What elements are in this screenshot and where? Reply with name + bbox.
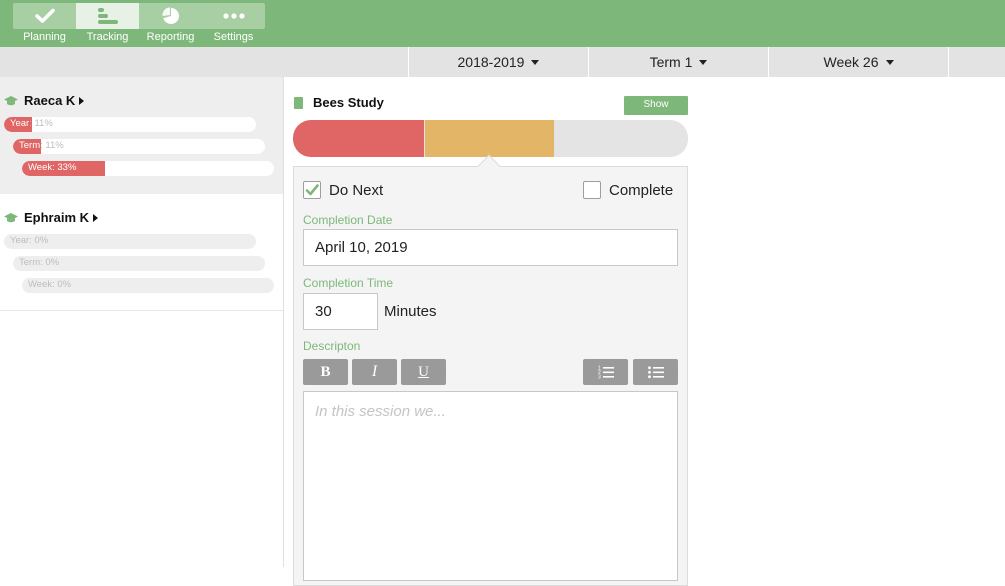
chevron-down-icon bbox=[885, 59, 894, 65]
nav-planning-label: Planning bbox=[23, 31, 66, 43]
week-dropdown-value: Week 26 bbox=[823, 54, 879, 70]
completion-time-field[interactable]: 30 bbox=[303, 293, 378, 330]
week-dropdown[interactable]: Week 26 bbox=[768, 47, 948, 77]
complete-label: Complete bbox=[609, 182, 674, 199]
do-next-checkbox[interactable] bbox=[303, 181, 321, 199]
underline-icon: U bbox=[418, 363, 429, 380]
term-dropdown[interactable]: Term 1 bbox=[588, 47, 768, 77]
minutes-unit-label: Minutes bbox=[384, 303, 437, 320]
completion-time-label: Completion Time bbox=[303, 276, 394, 290]
session-segment-bar bbox=[293, 120, 688, 157]
year-progress-bar: Year: 0% bbox=[4, 234, 256, 249]
bold-button[interactable]: B bbox=[303, 359, 348, 385]
expand-arrow-icon bbox=[79, 96, 85, 105]
description-label: Descripton bbox=[303, 339, 361, 353]
do-next-label: Do Next bbox=[329, 182, 384, 199]
session-segment[interactable] bbox=[555, 120, 688, 157]
term-dropdown-value: Term 1 bbox=[649, 54, 693, 70]
nav-settings-label: Settings bbox=[213, 31, 254, 43]
student-card[interactable]: Raeca K Year: 11% Term: 11% Week: 33% bbox=[0, 77, 283, 194]
nav-tracking-label: Tracking bbox=[86, 31, 129, 43]
year-progress-bar: Year: 11% bbox=[4, 117, 256, 132]
pie-chart-icon bbox=[139, 3, 202, 29]
book-icon bbox=[294, 96, 303, 109]
year-dropdown[interactable]: 2018-2019 bbox=[408, 47, 588, 77]
session-segment[interactable] bbox=[293, 120, 424, 157]
graduation-cap-icon bbox=[4, 95, 18, 105]
student-name[interactable]: Raeca K bbox=[4, 93, 85, 108]
dots-icon bbox=[202, 3, 265, 29]
student-name[interactable]: Ephraim K bbox=[4, 210, 99, 225]
year-dropdown-value: 2018-2019 bbox=[457, 54, 525, 70]
filter-spacer bbox=[948, 47, 1005, 77]
nav-settings[interactable]: Settings bbox=[202, 0, 265, 47]
checkmark-icon bbox=[305, 184, 319, 196]
show-button[interactable]: Show bbox=[624, 96, 688, 115]
description-textarea[interactable]: In this session we... bbox=[303, 391, 678, 581]
completion-date-field[interactable]: April 10, 2019 bbox=[303, 229, 678, 266]
bullet-list-button[interactable] bbox=[633, 359, 678, 385]
bullet-list-icon bbox=[647, 366, 664, 379]
student-sidebar: Raeca K Year: 11% Term: 11% Week: 33% Ep… bbox=[0, 77, 284, 567]
description-placeholder: In this session we... bbox=[315, 403, 446, 420]
week-progress-bar: Week: 33% bbox=[22, 161, 274, 176]
nav-reporting-label: Reporting bbox=[146, 31, 195, 43]
nav-planning[interactable]: Planning bbox=[13, 0, 76, 47]
complete-checkbox[interactable] bbox=[583, 181, 601, 199]
top-nav-bar: Planning Tracking Reporting Settings bbox=[0, 0, 1005, 47]
tracking-bars-icon bbox=[76, 3, 139, 29]
student-card[interactable]: Ephraim K Year: 0% Term: 0% Week: 0% bbox=[0, 194, 283, 311]
filter-bar: 2018-2019 Term 1 Week 26 bbox=[0, 47, 1005, 77]
underline-button[interactable]: U bbox=[401, 359, 446, 385]
checkmark-icon bbox=[13, 3, 76, 29]
nav-reporting[interactable]: Reporting bbox=[139, 0, 202, 47]
term-progress-bar: Term: 0% bbox=[13, 256, 265, 271]
chevron-down-icon bbox=[699, 59, 708, 65]
nav-tracking[interactable]: Tracking bbox=[76, 0, 139, 47]
graduation-cap-icon bbox=[4, 212, 18, 222]
italic-button[interactable]: I bbox=[352, 359, 397, 385]
subject-title: Bees Study bbox=[294, 95, 384, 110]
italic-icon: I bbox=[371, 363, 378, 380]
completion-date-label: Completion Date bbox=[303, 213, 393, 227]
chevron-down-icon bbox=[531, 59, 540, 65]
week-progress-bar: Week: 0% bbox=[22, 278, 274, 293]
expand-arrow-icon bbox=[93, 213, 99, 222]
term-progress-bar: Term: 11% bbox=[13, 139, 265, 154]
bold-icon: B bbox=[320, 363, 331, 380]
session-segment-selected[interactable] bbox=[425, 120, 554, 157]
svg-text:3: 3 bbox=[598, 375, 601, 380]
ordered-list-icon: 1 2 3 bbox=[598, 366, 614, 380]
ordered-list-button[interactable]: 1 2 3 bbox=[583, 359, 628, 385]
